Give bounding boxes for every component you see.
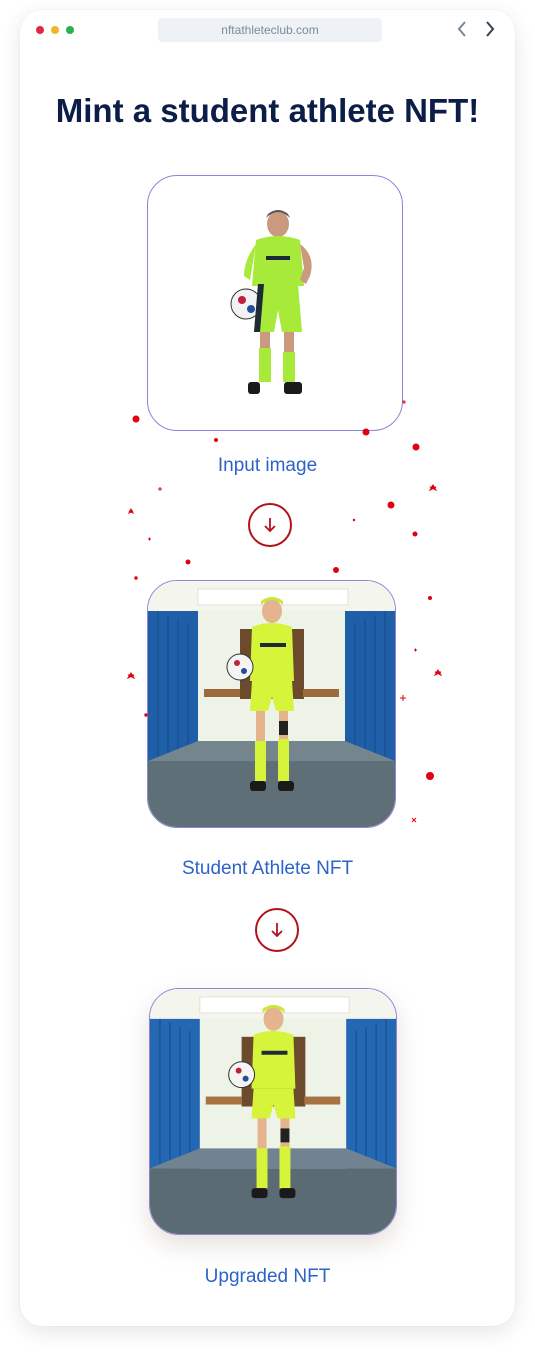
minimize-dot[interactable] xyxy=(51,26,59,34)
address-bar[interactable]: nftathleteclub.com xyxy=(158,18,382,42)
input-image-card xyxy=(147,175,403,431)
maximize-dot[interactable] xyxy=(66,26,74,34)
upgraded-locker-room-illustration xyxy=(150,989,396,1234)
arrow-down-icon[interactable] xyxy=(255,908,299,952)
page-title: Mint a student athlete NFT! xyxy=(55,92,480,129)
upgraded-nft-caption: Upgraded NFT xyxy=(204,1266,331,1287)
player-photo xyxy=(230,210,312,394)
close-dot[interactable] xyxy=(36,26,44,34)
window-controls xyxy=(36,26,74,34)
student-athlete-nft-caption: Student Athlete NFT xyxy=(181,858,354,879)
arrow-down-icon[interactable] xyxy=(248,503,292,547)
input-image-caption: Input image xyxy=(217,455,318,476)
upgraded-nft-card xyxy=(149,988,397,1235)
chevron-right-icon[interactable] xyxy=(484,20,496,42)
student-athlete-nft-card xyxy=(147,580,396,828)
chevron-left-icon[interactable] xyxy=(456,20,468,42)
locker-room-illustration xyxy=(148,581,395,827)
browser-window: nftathleteclub.com Mint a student athlet… xyxy=(20,10,515,1326)
